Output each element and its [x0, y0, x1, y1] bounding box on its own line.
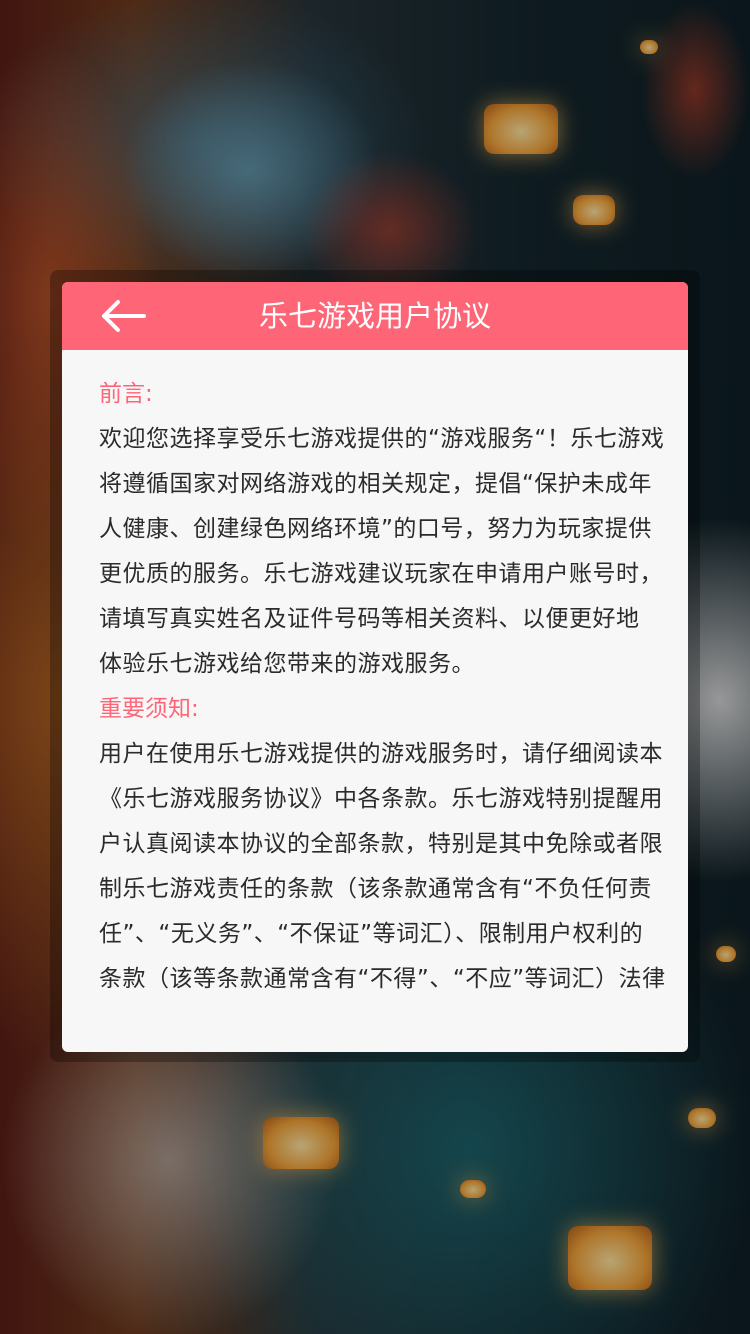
dialog-header: 乐七游戏用户协议: [62, 282, 688, 350]
text-line: 条款（该等条款通常含有“不得”、“不应”等词汇）法律: [99, 966, 666, 992]
text-line: 任”、“无义务”、“不保证”等词汇）、限制用户权利的: [99, 921, 644, 947]
text-line: 将遵循国家对网络游戏的相关规定，提倡“保护未成年: [99, 471, 652, 497]
text-line: 人健康、创建绿色网络环境”的口号，努力为玩家提供: [99, 516, 652, 542]
text-line: 用户在使用乐七游戏提供的游戏服务时，请仔细阅读本: [99, 741, 663, 767]
section-heading-preface: 前言:: [99, 381, 153, 407]
text-line: 更优质的服务。乐七游戏建议玩家在申请用户账号时，: [99, 561, 663, 587]
user-agreement-dialog: 乐七游戏用户协议 前言: 欢迎您选择享受乐七游戏提供的“游戏服务“！乐七游戏 将…: [62, 282, 688, 1052]
text-line: 欢迎您选择享受乐七游戏提供的“游戏服务“！乐七游戏: [99, 426, 665, 452]
agreement-content[interactable]: 前言: 欢迎您选择享受乐七游戏提供的“游戏服务“！乐七游戏 将遵循国家对网络游戏…: [62, 350, 688, 1002]
text-line: 请填写真实姓名及证件号码等相关资料、以便更好地: [99, 606, 640, 632]
section-heading-important: 重要须知:: [99, 696, 199, 722]
dialog-title: 乐七游戏用户协议: [258, 299, 491, 333]
text-line: 体验乐七游戏给您带来的游戏服务。: [99, 651, 475, 677]
text-line: 制乐七游戏责任的条款（该条款通常含有“不负任何责: [99, 876, 652, 902]
text-line: 户认真阅读本协议的全部条款，特别是其中免除或者限: [99, 831, 663, 857]
text-line: 《乐七游戏服务协议》中各条款。乐七游戏特别提醒用: [99, 786, 663, 812]
